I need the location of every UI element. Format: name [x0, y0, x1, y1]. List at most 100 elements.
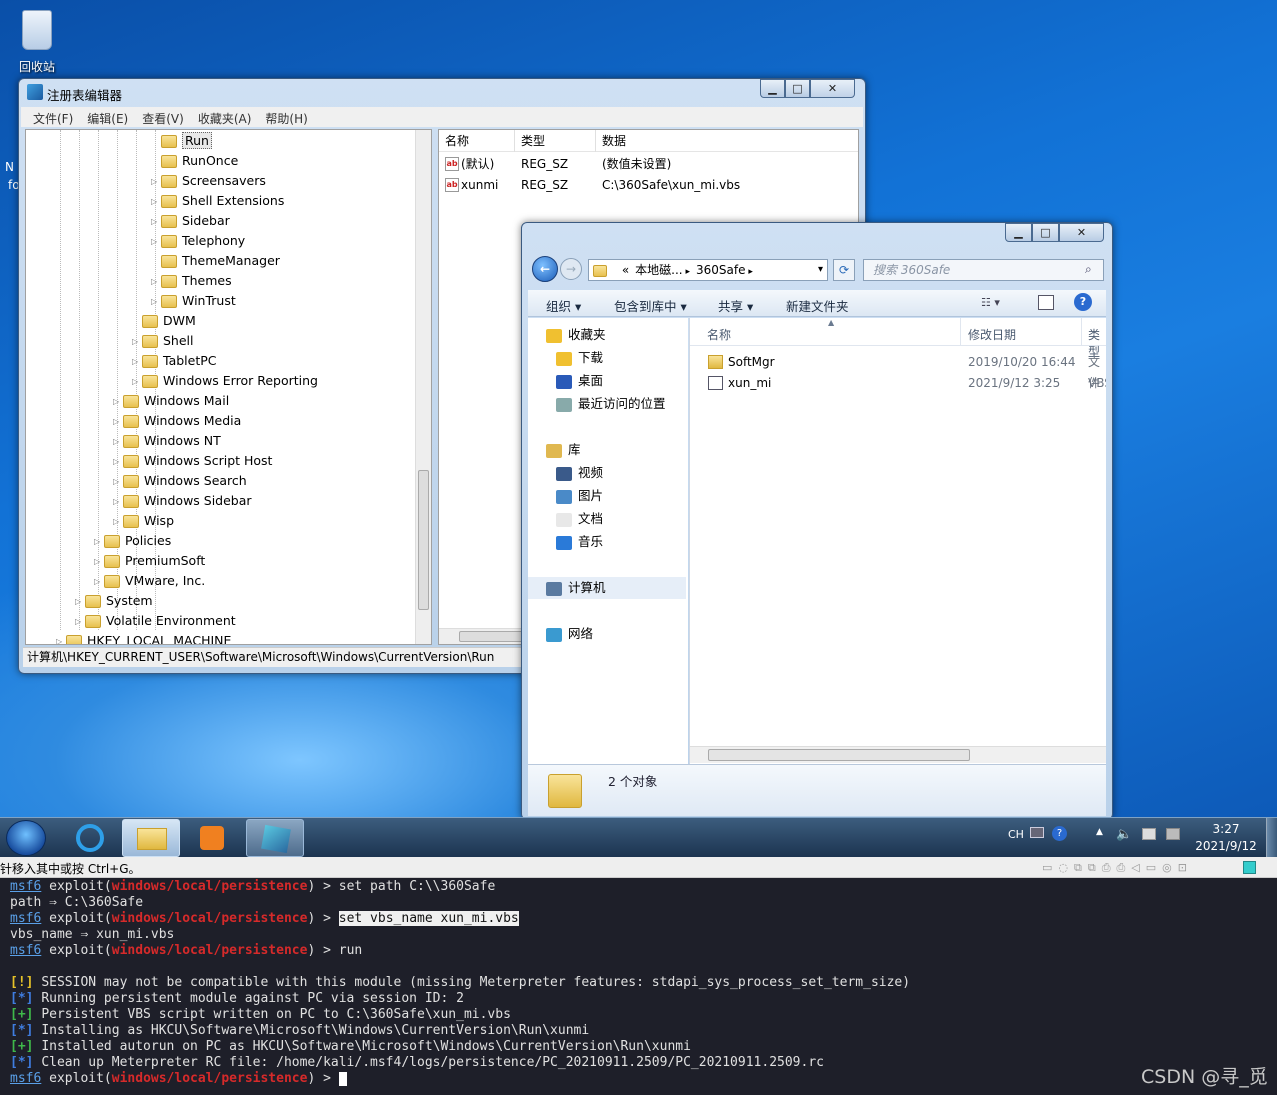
close-button[interactable]: ✕ — [1059, 223, 1104, 242]
tree-item[interactable]: ThemeManager — [151, 251, 280, 271]
address-dropdown-icon[interactable]: ▾ — [818, 260, 823, 280]
maximize-button[interactable]: □ — [1032, 223, 1059, 242]
expand-arrow-icon[interactable]: ▷ — [151, 212, 161, 232]
toolbar-button[interactable]: 组织 ▾ — [546, 296, 581, 315]
tree-item[interactable]: ▷ Windows Search — [113, 471, 247, 491]
input-language[interactable]: CH — [1008, 828, 1024, 841]
tree-item[interactable]: ▷ Volatile Environment — [75, 611, 236, 631]
column-name[interactable]: 名称 — [439, 130, 515, 152]
expand-arrow-icon[interactable]: ▷ — [113, 392, 123, 412]
maximize-button[interactable]: □ — [785, 79, 810, 98]
refresh-icon[interactable]: ⟳ — [833, 259, 855, 281]
nav-library-item[interactable]: 图片 — [556, 485, 603, 507]
tree-item[interactable]: ▷ Windows Media — [113, 411, 241, 431]
vm-status-icon[interactable] — [1243, 861, 1256, 874]
close-button[interactable]: ✕ — [810, 79, 855, 98]
nav-library-item[interactable]: 视频 — [556, 462, 603, 484]
nav-favorites-item[interactable]: 下载 — [556, 347, 603, 369]
tree-item[interactable]: ▷ Wisp — [113, 511, 174, 531]
toolbar-button[interactable]: 包含到库中 ▾ — [614, 296, 687, 315]
tree-item[interactable]: ▷ Screensavers — [151, 171, 266, 191]
expand-arrow-icon[interactable]: ▷ — [75, 612, 85, 632]
expand-arrow-icon[interactable]: ▷ — [151, 232, 161, 252]
scroll-thumb[interactable] — [708, 749, 970, 761]
expand-arrow-icon[interactable]: ▷ — [132, 332, 142, 352]
tree-item[interactable]: DWM — [132, 311, 196, 331]
search-input[interactable]: 搜索 360Safe — [863, 259, 1104, 281]
nav-favorites-item[interactable]: 桌面 — [556, 370, 603, 392]
taskbar-explorer-icon[interactable] — [122, 819, 180, 857]
network-icon[interactable] — [1166, 828, 1180, 840]
menu-item[interactable]: 查看(V) — [142, 112, 184, 126]
tree-item[interactable]: ▷ Themes — [151, 271, 232, 291]
column-data[interactable]: 数据 — [596, 130, 858, 152]
toolbar-button[interactable]: 共享 ▾ — [718, 296, 753, 315]
help-icon[interactable]: ? — [1052, 826, 1067, 841]
minimize-button[interactable]: ▁ — [760, 79, 785, 98]
clock-time[interactable]: 3:27 — [1196, 822, 1256, 836]
expand-arrow-icon[interactable]: ▷ — [94, 572, 104, 592]
nav-network[interactable]: 网络 — [546, 623, 593, 645]
expand-arrow-icon[interactable]: ▷ — [75, 592, 85, 612]
preview-pane-icon[interactable] — [1038, 295, 1054, 310]
taskbar-media-player-icon[interactable] — [184, 820, 240, 856]
expand-arrow-icon[interactable]: ▷ — [151, 172, 161, 192]
tree-item[interactable]: ▷ Shell Extensions — [151, 191, 284, 211]
back-button[interactable]: ← — [532, 256, 558, 282]
view-options-icon[interactable]: ☷ ▾ — [981, 296, 1001, 310]
column-name[interactable]: 名称 — [707, 326, 731, 343]
value-name[interactable]: (默认) — [461, 154, 494, 175]
clock-date[interactable]: 2021/9/12 — [1190, 839, 1262, 853]
breadcrumb-item[interactable]: 本地磁... — [635, 263, 682, 277]
tree-item[interactable]: ▷ WinTrust — [151, 291, 236, 311]
address-bar[interactable]: «本地磁... ▸ 360Safe ▸ ▾ — [588, 259, 828, 281]
tree-item[interactable]: ▷ PremiumSoft — [94, 551, 205, 571]
expand-arrow-icon[interactable]: ▷ — [113, 432, 123, 452]
column-date[interactable]: 修改日期 — [968, 326, 1016, 343]
taskbar-regedit-icon[interactable] — [246, 819, 304, 857]
tree-item[interactable]: ▷ Windows Error Reporting — [132, 371, 318, 391]
terminal[interactable]: msf6 exploit(windows/local/persistence) … — [0, 878, 1277, 1095]
expand-arrow-icon[interactable]: ▷ — [151, 192, 161, 212]
expand-arrow-icon[interactable]: ▷ — [113, 492, 123, 512]
value-name[interactable]: xunmi — [461, 175, 498, 196]
breadcrumb-item[interactable]: « — [622, 263, 629, 277]
expand-arrow-icon[interactable]: ▷ — [132, 352, 142, 372]
nav-library-item[interactable]: 文档 — [556, 508, 603, 530]
tree-item[interactable]: ▷ Windows Script Host — [113, 451, 272, 471]
file-name[interactable]: xun_mi — [728, 373, 771, 394]
keyboard-icon[interactable] — [1030, 827, 1044, 838]
expand-arrow-icon[interactable]: ▷ — [113, 512, 123, 532]
breadcrumb-arrow-icon[interactable]: ▸ — [746, 267, 753, 277]
toolbar-button[interactable]: 新建文件夹 — [786, 296, 849, 315]
expand-arrow-icon[interactable]: ▷ — [132, 372, 142, 392]
tree-item[interactable]: ▷ VMware, Inc. — [94, 571, 205, 591]
menu-item[interactable]: 文件(F) — [33, 112, 73, 126]
tree-item[interactable]: ▷ TabletPC — [132, 351, 217, 371]
start-button[interactable] — [6, 820, 46, 856]
search-icon[interactable]: ⌕ — [1085, 262, 1092, 277]
vm-device-icons[interactable]: ▭◌⧉⧉⎙⎙◁▭◎⊡ — [1042, 861, 1242, 874]
tree-item[interactable]: ▷ HKEY_LOCAL_MACHINE — [56, 631, 231, 644]
tree-item[interactable]: Run — [151, 131, 212, 151]
menu-item[interactable]: 帮助(H) — [265, 112, 307, 126]
recycle-bin-icon[interactable] — [18, 6, 56, 52]
nav-computer[interactable]: 计算机 — [528, 577, 686, 599]
expand-arrow-icon[interactable]: ▷ — [113, 412, 123, 432]
file-name[interactable]: SoftMgr — [728, 352, 775, 373]
expand-arrow-icon[interactable]: ▷ — [113, 472, 123, 492]
tree-item[interactable]: ▷ Sidebar — [151, 211, 230, 231]
expand-arrow-icon[interactable]: ▷ — [94, 532, 104, 552]
nav-library[interactable]: 库 — [546, 439, 581, 461]
tree-item[interactable]: ▷ System — [75, 591, 153, 611]
scroll-thumb[interactable] — [418, 470, 429, 610]
tree-item[interactable]: ▷ Telephony — [151, 231, 245, 251]
show-hidden-icons[interactable]: ▲ — [1096, 827, 1103, 837]
expand-arrow-icon[interactable]: ▷ — [151, 292, 161, 312]
forward-button[interactable]: → — [560, 258, 582, 280]
file-list-hscrollbar[interactable] — [690, 746, 1106, 763]
nav-library-item[interactable]: 音乐 — [556, 531, 603, 553]
tree-scrollbar[interactable] — [415, 130, 431, 644]
column-type[interactable]: 类型 — [515, 130, 596, 152]
tree-item[interactable]: ▷ Windows Mail — [113, 391, 229, 411]
